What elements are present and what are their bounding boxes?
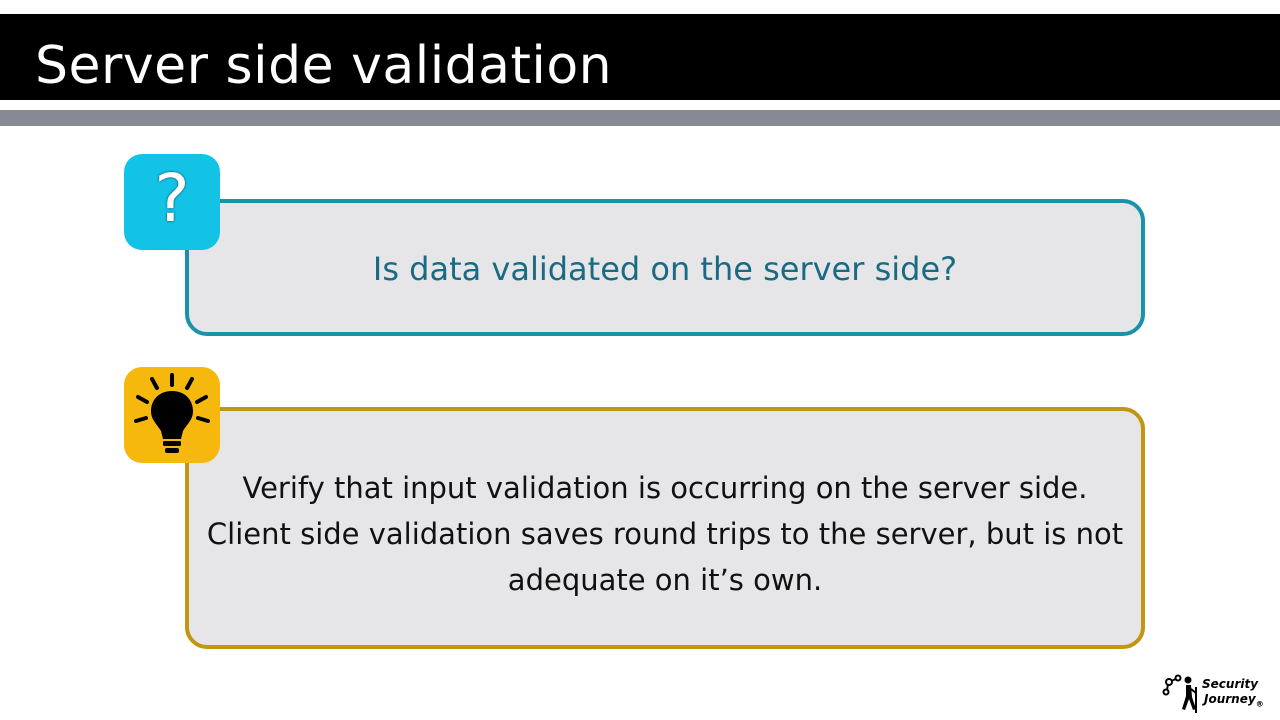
answer-card: Verify that input validation is occurrin… (185, 407, 1145, 649)
logo-line-2: Journey (1204, 692, 1256, 706)
answer-text: Verify that input validation is occurrin… (189, 465, 1141, 603)
registered-mark: ® (1255, 699, 1264, 709)
question-card: Is data validated on the server side? (185, 199, 1145, 336)
hiker-icon (1162, 674, 1197, 713)
logo-wordmark: Security Journey® (1202, 677, 1264, 711)
slide-title: Server side validation (35, 36, 613, 96)
lightbulb-glyph (134, 373, 210, 453)
answer-line-3: adequate on it’s own. (507, 563, 823, 597)
answer-line-1: Verify that input validation is occurrin… (242, 471, 1088, 505)
title-bar: Server side validation (0, 14, 1280, 100)
logo-line-1: Security (1202, 677, 1259, 691)
answer-line-2: Client side validation saves round trips… (206, 517, 1124, 551)
security-journey-logo: Security Journey® (1160, 673, 1270, 715)
divider-band (0, 110, 1280, 126)
question-mark-icon: ? (124, 154, 220, 250)
question-text: Is data validated on the server side? (372, 250, 958, 288)
lightbulb-icon (124, 367, 220, 463)
